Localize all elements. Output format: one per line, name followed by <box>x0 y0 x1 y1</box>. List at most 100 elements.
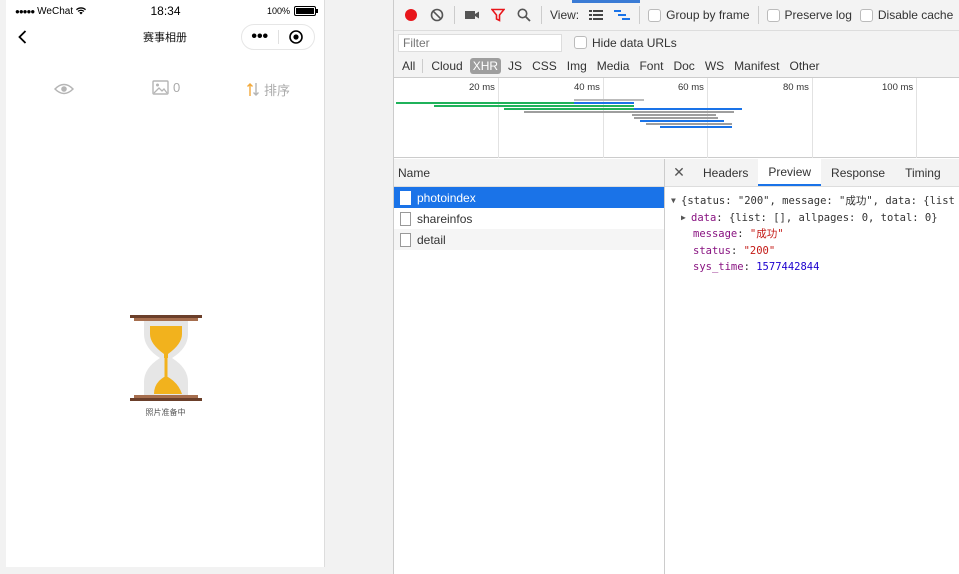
target-icon <box>289 30 304 44</box>
checkbox-box <box>648 8 662 22</box>
type-media[interactable]: Media <box>594 58 633 74</box>
back-arrow-icon[interactable] <box>14 28 32 46</box>
carrier-label: WeChat <box>37 5 74 17</box>
tick-label: 40 ms <box>574 82 600 93</box>
document-icon <box>400 232 411 247</box>
record-button[interactable] <box>402 6 420 24</box>
tab-timing[interactable]: Timing <box>895 159 951 186</box>
battery-percent: 100% <box>266 6 290 16</box>
list-icon <box>589 10 604 20</box>
timeline-bar <box>574 99 644 101</box>
json-colon: : <box>730 244 744 257</box>
filter-toggle-button[interactable] <box>489 6 507 24</box>
type-xhr[interactable]: XHR <box>469 57 502 74</box>
timeline-bar <box>524 111 734 113</box>
json-sys-time-line: sys_time: 1577442844 <box>671 259 959 276</box>
view-label: View: <box>550 8 580 22</box>
filter-input[interactable] <box>398 33 562 52</box>
resource-type-filters: All Cloud XHR JS CSS Img Media Font Doc … <box>394 54 959 78</box>
disable-cache-checkbox[interactable]: Disable cache <box>859 8 953 22</box>
json-preview: ▼ {status: "200", message: "成功", data: {… <box>665 187 959 276</box>
timeline-bar <box>574 102 634 104</box>
search-button[interactable] <box>515 6 533 24</box>
wifi-icon <box>76 7 87 15</box>
timeline-bar <box>396 102 604 104</box>
type-doc[interactable]: Doc <box>670 58 697 74</box>
type-img[interactable]: Img <box>564 58 590 74</box>
json-value: {list: [], allpages: 0, total: 0} <box>728 211 938 224</box>
json-root-line[interactable]: ▼ {status: "200", message: "成功", data: {… <box>671 193 959 210</box>
funnel-icon <box>491 8 505 22</box>
type-all[interactable]: All <box>399 58 418 74</box>
document-icon <box>400 211 411 226</box>
timeline-bar <box>646 123 732 125</box>
close-capsule-button[interactable] <box>279 29 315 45</box>
name-header-label: Name <box>398 165 431 180</box>
large-rows-button[interactable] <box>587 6 605 24</box>
expand-down-icon[interactable]: ▼ <box>671 193 681 210</box>
timeline-bar <box>634 108 742 110</box>
json-summary: {status: "200", message: "成功", data: {li… <box>681 195 955 207</box>
network-overview-timeline[interactable]: 20 ms 40 ms 60 ms 80 ms 100 ms <box>394 78 959 158</box>
waterfall-icon <box>614 10 631 20</box>
tick-label: 60 ms <box>678 82 704 93</box>
view-count-button[interactable] <box>53 82 75 99</box>
type-manifest[interactable]: Manifest <box>731 58 782 74</box>
waterfall-view-button[interactable] <box>613 6 631 24</box>
group-by-frame-checkbox[interactable]: Group by frame <box>648 8 750 22</box>
request-row[interactable]: shareinfos <box>394 208 664 229</box>
photo-count-button[interactable]: 0 <box>152 80 180 95</box>
timeline-bar <box>434 105 634 107</box>
type-css[interactable]: CSS <box>529 58 560 74</box>
status-bar: ●●●●● WeChat 18:34 100% <box>6 0 324 22</box>
request-row[interactable]: photoindex <box>394 187 664 208</box>
timeline-bar <box>640 120 724 122</box>
json-value: "200" <box>743 244 776 257</box>
screenshot-button[interactable] <box>463 6 481 24</box>
tab-headers[interactable]: Headers <box>693 159 758 186</box>
json-colon: : <box>716 211 729 224</box>
more-dots-icon: ••• <box>251 28 269 45</box>
hide-data-urls-label: Hide data URLs <box>592 35 677 50</box>
image-icon <box>152 80 169 95</box>
request-row[interactable]: detail <box>394 229 664 250</box>
hide-data-urls-checkbox[interactable]: Hide data URLs <box>574 36 677 50</box>
group-by-frame-label: Group by frame <box>666 8 750 22</box>
timeline-bar <box>634 117 718 119</box>
type-cloud[interactable]: Cloud <box>428 58 465 74</box>
battery-icon <box>294 6 318 16</box>
request-name: shareinfos <box>417 211 473 226</box>
screen: ●●●●● WeChat 18:34 100% 赛事相册 ••• 0 排序 照片… <box>0 0 959 574</box>
type-js[interactable]: JS <box>505 58 525 74</box>
detail-tabs: ✕ Headers Preview Response Timing <box>665 159 959 187</box>
json-value: 1577442844 <box>756 261 820 273</box>
block-icon <box>430 8 444 22</box>
clear-button[interactable] <box>428 6 446 24</box>
checkbox-box <box>859 8 873 22</box>
json-data-line[interactable]: ▶ data: {list: [], allpages: 0, total: 0… <box>671 210 959 227</box>
checkbox-box <box>766 8 780 22</box>
type-ws[interactable]: WS <box>702 58 727 74</box>
name-column-header[interactable]: Name <box>394 159 664 187</box>
photo-count: 0 <box>173 80 181 95</box>
expand-right-icon[interactable]: ▶ <box>681 210 691 227</box>
checkbox-box <box>574 36 587 49</box>
tab-preview[interactable]: Preview <box>758 159 822 186</box>
document-icon <box>400 190 411 205</box>
request-name: photoindex <box>417 190 476 205</box>
json-message-line: message: "成功" <box>671 226 959 243</box>
preserve-log-checkbox[interactable]: Preserve log <box>766 8 852 22</box>
mini-program-capsule: ••• <box>241 24 315 50</box>
tab-response[interactable]: Response <box>821 159 895 186</box>
request-detail-panel: ✕ Headers Preview Response Timing ▼ {sta… <box>665 159 959 574</box>
tick-label: 100 ms <box>882 82 914 93</box>
sort-button[interactable]: 排序 <box>246 80 290 99</box>
more-button[interactable]: ••• <box>242 28 278 46</box>
nav-bar: 赛事相册 ••• <box>6 22 324 52</box>
type-other[interactable]: Other <box>787 58 823 74</box>
json-colon: : <box>737 228 750 240</box>
request-list: Name photoindex shareinfos detail <box>394 159 665 574</box>
type-font[interactable]: Font <box>636 58 666 74</box>
close-detail-button[interactable]: ✕ <box>665 159 693 186</box>
eye-icon <box>53 83 75 95</box>
